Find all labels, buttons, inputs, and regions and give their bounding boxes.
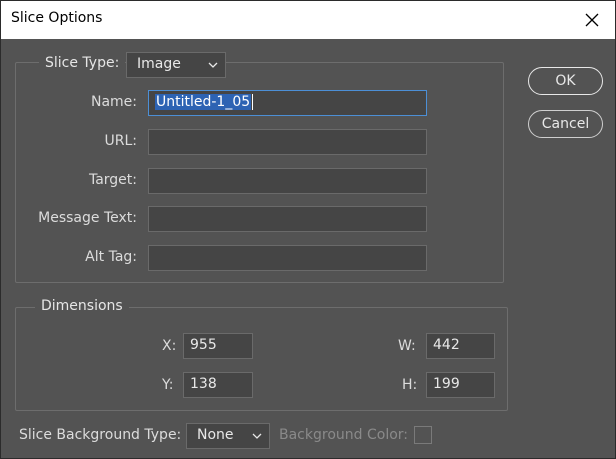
chevron-down-icon xyxy=(208,62,218,68)
x-input[interactable]: 955 xyxy=(183,333,253,359)
slice-background-type-value: None xyxy=(197,427,234,443)
w-label: W: xyxy=(398,338,416,354)
slice-options-dialog: Slice Options Slice Type: Image Name: Un… xyxy=(0,0,616,459)
h-input[interactable]: 199 xyxy=(426,372,495,398)
cancel-button[interactable]: Cancel xyxy=(528,110,603,138)
close-button[interactable] xyxy=(569,1,615,39)
background-color-label: Background Color: xyxy=(279,427,408,443)
text-caret xyxy=(252,94,254,110)
target-input[interactable] xyxy=(148,168,427,194)
message-text-input[interactable] xyxy=(148,206,427,232)
url-label: URL: xyxy=(104,133,138,149)
slice-background-type-label: Slice Background Type: xyxy=(19,427,182,443)
close-icon xyxy=(585,13,599,27)
w-input[interactable]: 442 xyxy=(426,333,495,359)
target-label: Target: xyxy=(88,172,137,188)
chevron-down-icon xyxy=(252,433,262,439)
url-input[interactable] xyxy=(148,129,427,155)
dimensions-legend: Dimensions xyxy=(35,298,129,314)
slice-type-dropdown[interactable]: Image xyxy=(126,52,226,78)
message-text-label: Message Text: xyxy=(38,210,137,226)
title-bar: Slice Options xyxy=(1,1,615,39)
h-label: H: xyxy=(402,377,418,393)
background-color-swatch[interactable] xyxy=(414,426,432,444)
alt-tag-label: Alt Tag: xyxy=(85,249,137,265)
slice-background-type-dropdown[interactable]: None xyxy=(186,423,270,449)
y-input[interactable]: 138 xyxy=(183,372,253,398)
name-input-value: Untitled-1_05 xyxy=(155,94,252,110)
ok-button[interactable]: OK xyxy=(528,67,603,95)
x-label: X: xyxy=(162,338,177,354)
slice-type-value: Image xyxy=(137,56,181,72)
alt-tag-input[interactable] xyxy=(148,245,427,271)
slice-type-label: Slice Type: xyxy=(39,55,126,71)
dialog-title: Slice Options xyxy=(11,10,103,26)
name-input[interactable]: Untitled-1_05 xyxy=(148,90,427,116)
name-label: Name: xyxy=(90,94,137,110)
y-label: Y: xyxy=(162,377,174,393)
